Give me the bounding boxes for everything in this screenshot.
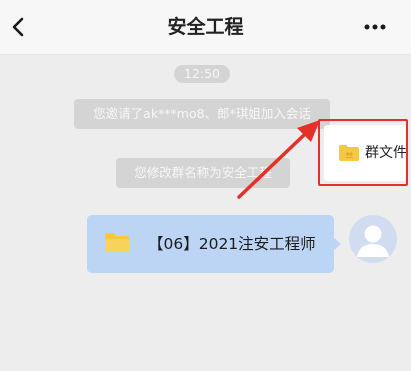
bubble-tail bbox=[333, 237, 341, 251]
group-files-label: 群文件 bbox=[365, 145, 407, 161]
folder-icon bbox=[105, 233, 129, 252]
group-folder-icon bbox=[339, 145, 359, 161]
group-files-button[interactable]: 群文件 bbox=[324, 125, 408, 181]
more-options-icon[interactable] bbox=[362, 16, 388, 38]
timestamp: 12:50 bbox=[174, 65, 230, 83]
top-bar: 安全工程 bbox=[0, 0, 411, 55]
system-message-rename: 您修改群名称为安全工程 bbox=[116, 158, 290, 188]
user-avatar-icon bbox=[357, 225, 389, 257]
chat-area: 12:50 您邀请了ak***mo8、郎*琪姐加入会话 您修改群名称为安全工程 … bbox=[0, 55, 411, 371]
system-message-invite: 您邀请了ak***mo8、郎*琪姐加入会话 bbox=[74, 99, 330, 129]
chat-title: 安全工程 bbox=[167, 16, 244, 38]
file-message-bubble[interactable]: 【06】2021注安工程师 bbox=[87, 215, 341, 273]
avatar[interactable] bbox=[349, 215, 397, 263]
file-name: 【06】2021注安工程师 bbox=[148, 235, 316, 253]
